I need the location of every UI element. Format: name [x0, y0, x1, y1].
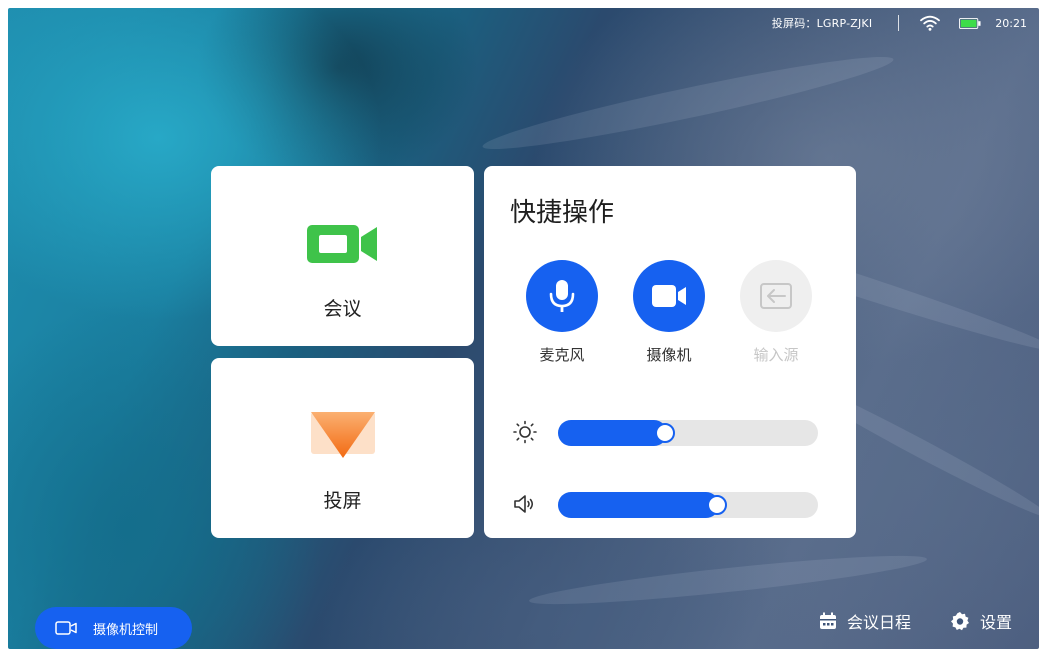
cast-tile[interactable]: 投屏 [211, 358, 474, 538]
microphone-button[interactable]: 麦克风 [526, 260, 598, 364]
meeting-schedule-link[interactable]: 会议日程 [819, 609, 911, 633]
speaker-icon [514, 495, 533, 513]
background-texture [527, 547, 929, 613]
brightness-handle[interactable] [655, 423, 675, 443]
meeting-label: 会议 [323, 298, 362, 320]
settings-link[interactable]: 设置 [950, 609, 1012, 633]
screen-cast-icon [310, 412, 375, 458]
brightness-track[interactable] [558, 420, 818, 446]
panel-title: 快捷操作 [510, 198, 615, 228]
brightness-fill [558, 420, 667, 446]
clock: 20:21 [995, 16, 1027, 30]
battery-icon [959, 17, 981, 29]
input-source-label: 输入源 [753, 346, 799, 364]
camera-button[interactable]: 摄像机 [633, 260, 705, 364]
input-source-icon [760, 283, 792, 309]
video-camera-icon [306, 225, 377, 263]
meeting-tile[interactable]: 会议 [211, 166, 474, 346]
volume-fill [558, 492, 719, 518]
wifi-icon [920, 15, 941, 31]
volume-track[interactable] [558, 492, 818, 518]
volume-slider[interactable] [512, 490, 832, 518]
cast-code: 投屏码：LGRP-ZJKI [771, 17, 873, 30]
quick-actions-panel: 快捷操作 麦克风 摄像机 输入源 [484, 166, 856, 538]
brightness-slider[interactable] [512, 418, 832, 446]
microphone-label: 麦克风 [539, 346, 585, 364]
meeting-schedule-label: 会议日程 [847, 613, 912, 632]
calendar-icon [820, 612, 836, 629]
status-divider [898, 15, 900, 31]
cast-label: 投屏 [323, 490, 362, 512]
status-bar: 投屏码：LGRP-ZJKI 20:21 [772, 8, 1039, 38]
volume-handle[interactable] [707, 495, 727, 515]
input-source-button[interactable]: 输入源 [740, 260, 812, 364]
microphone-icon [549, 280, 575, 312]
gear-icon [951, 612, 969, 631]
background-texture [479, 44, 897, 162]
camera-control-button[interactable]: 摄像机控制 [35, 607, 192, 649]
camera-outline-icon [55, 621, 77, 635]
settings-label: 设置 [980, 613, 1013, 632]
desktop-screen: 投屏码：LGRP-ZJKI 20:21 会议 投屏 快捷操作 麦克风 摄像机 输… [8, 8, 1039, 649]
camera-icon [652, 285, 686, 307]
camera-label: 摄像机 [646, 346, 692, 364]
camera-control-label: 摄像机控制 [93, 622, 159, 638]
brightness-icon [513, 420, 537, 444]
